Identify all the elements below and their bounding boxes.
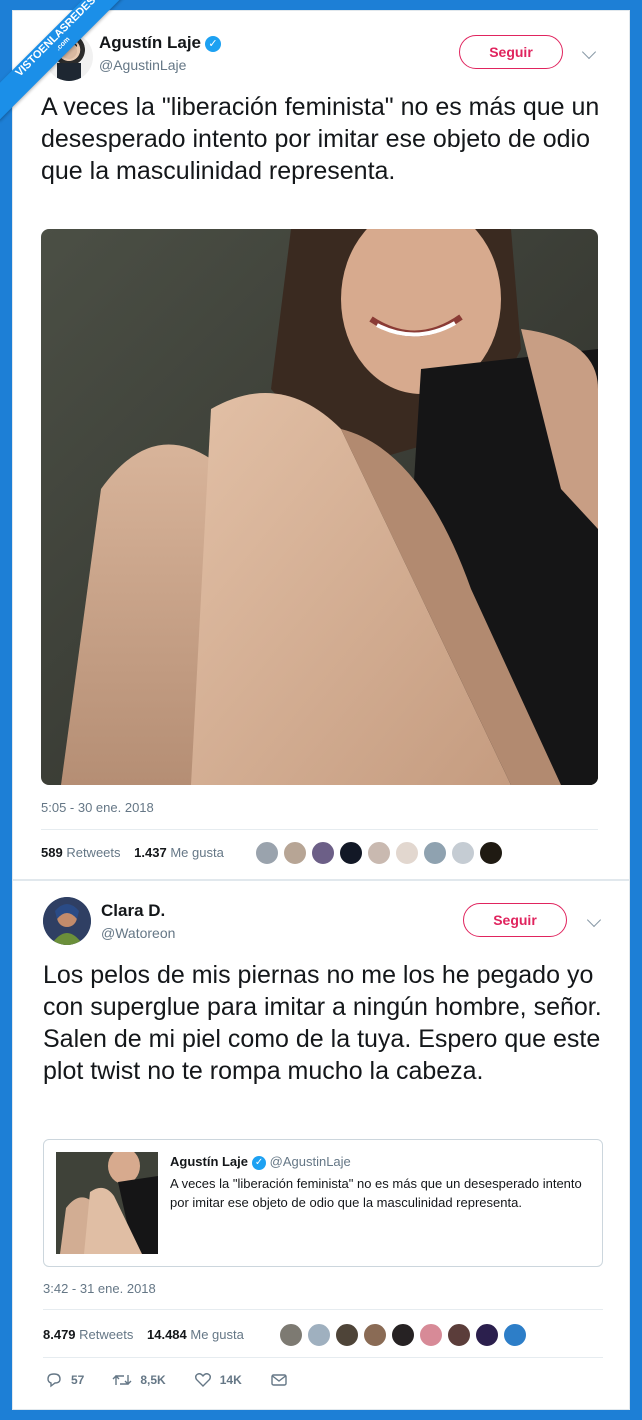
avatar-illustration-icon — [43, 897, 91, 945]
engagement-stats: 8.479 Retweets 14.484 Me gusta — [43, 1327, 244, 1342]
engagement-stats: 589 Retweets 1.437 Me gusta — [41, 845, 224, 860]
liker-avatar[interactable] — [279, 1323, 303, 1347]
tweet-timestamp[interactable]: 3:42 - 31 ene. 2018 — [43, 1281, 156, 1296]
liker-avatar[interactable] — [475, 1323, 499, 1347]
tweet-text: A veces la "liberación feminista" no es … — [41, 93, 600, 185]
author-name-text: Agustín Laje — [99, 33, 202, 52]
liker-avatar[interactable] — [503, 1323, 527, 1347]
chevron-down-icon[interactable] — [581, 44, 597, 60]
liker-avatar[interactable] — [311, 841, 335, 865]
liker-avatar[interactable] — [479, 841, 503, 865]
author-handle[interactable]: @AgustinLaje — [99, 57, 186, 73]
liker-avatar[interactable] — [391, 1323, 415, 1347]
like-count: 14K — [219, 1373, 242, 1387]
likers-avatars — [279, 1323, 527, 1347]
chevron-down-icon[interactable] — [586, 912, 602, 928]
liker-avatar[interactable] — [283, 841, 307, 865]
liker-avatar[interactable] — [447, 1323, 471, 1347]
retweets-count[interactable]: 8.479 — [43, 1327, 76, 1342]
heart-icon — [194, 1373, 211, 1387]
verified-badge-icon: ✓ — [205, 36, 222, 52]
likes-label[interactable]: Me gusta — [170, 845, 223, 860]
likers-avatars — [255, 841, 503, 865]
liker-avatar[interactable] — [307, 1323, 331, 1347]
author-name[interactable]: Agustín Laje ✓ — [99, 33, 222, 53]
retweets-count[interactable]: 589 — [41, 845, 63, 860]
likes-label[interactable]: Me gusta — [190, 1327, 243, 1342]
liker-avatar[interactable] — [363, 1323, 387, 1347]
retweets-label[interactable]: Retweets — [79, 1327, 133, 1342]
liker-avatar[interactable] — [419, 1323, 443, 1347]
reply-action[interactable]: 57 — [45, 1371, 84, 1389]
quoted-author-name: Agustín Laje — [170, 1154, 249, 1169]
avatar[interactable] — [43, 897, 91, 945]
author-handle[interactable]: @Watoreon — [101, 925, 175, 941]
liker-avatar[interactable] — [339, 841, 363, 865]
follow-button[interactable]: Seguir — [459, 35, 563, 69]
like-action[interactable]: 14K — [194, 1371, 242, 1389]
quoted-tweet-text: A veces la "liberación feminista" no es … — [170, 1176, 582, 1210]
tweet-text: Los pelos de mis piernas no me los he pe… — [43, 961, 602, 1085]
divider — [43, 1309, 603, 1310]
retweets-label[interactable]: Retweets — [66, 845, 120, 860]
follow-button[interactable]: Seguir — [463, 903, 567, 937]
liker-avatar[interactable] — [367, 841, 391, 865]
liker-avatar[interactable] — [335, 1323, 359, 1347]
retweet-action[interactable]: 8,5K — [112, 1371, 166, 1389]
divider — [43, 1357, 603, 1358]
liker-avatar[interactable] — [395, 841, 419, 865]
reply-count: 57 — [71, 1373, 85, 1387]
quoted-tweet-photo — [56, 1152, 158, 1254]
quoted-photo-image — [56, 1152, 158, 1254]
likes-count[interactable]: 14.484 — [147, 1327, 187, 1342]
tweet-card-reply: Clara D. @Watoreon Seguir Los pelos de m… — [12, 880, 630, 1410]
reply-icon — [47, 1373, 61, 1388]
tweet-actions: 57 8,5K 14K — [45, 1371, 316, 1389]
tweet-timestamp[interactable]: 5:05 - 30 ene. 2018 — [41, 800, 154, 815]
retweet-count: 8,5K — [140, 1373, 166, 1387]
tweet-card-original: Agustín Laje ✓ @AgustinLaje Seguir A vece… — [12, 10, 630, 880]
quoted-author: Agustín Laje ✓ @AgustinLaje — [170, 1154, 351, 1170]
divider — [41, 829, 598, 830]
quoted-author-handle: @AgustinLaje — [269, 1154, 351, 1169]
liker-avatar[interactable] — [255, 841, 279, 865]
liker-avatar[interactable] — [451, 841, 475, 865]
envelope-icon — [271, 1374, 287, 1386]
author-name[interactable]: Clara D. — [101, 901, 165, 921]
retweet-icon — [112, 1375, 132, 1385]
tweet-photo[interactable] — [41, 229, 598, 785]
direct-message-action[interactable] — [270, 1371, 288, 1389]
liker-avatar[interactable] — [423, 841, 447, 865]
verified-badge-icon: ✓ — [252, 1156, 267, 1170]
likes-count[interactable]: 1.437 — [134, 845, 167, 860]
quoted-tweet[interactable]: Agustín Laje ✓ @AgustinLaje A veces la "l… — [43, 1139, 603, 1267]
photo-image — [41, 229, 598, 785]
